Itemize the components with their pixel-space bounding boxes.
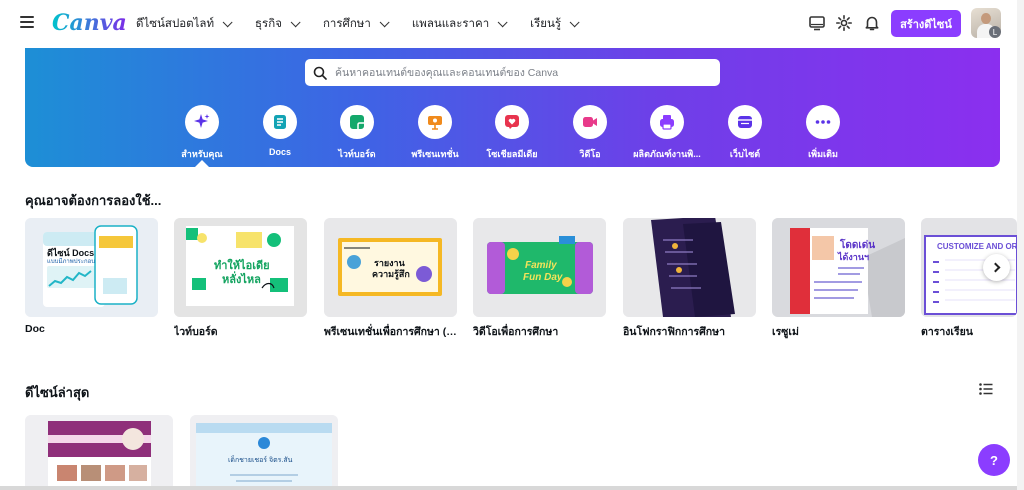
video-icon [573,105,607,139]
nav-label: เรียนรู้ [530,18,562,30]
section-title-recent: ดีไซน์ล่าสุด [25,385,90,400]
chevron-down-icon [379,16,390,27]
active-category-indicator [195,160,209,167]
avatar[interactable]: L [971,8,1001,38]
card-art-text: Family [525,260,557,271]
heart-icon [495,105,529,139]
nav-design-spotlight[interactable]: ดีไซน์สปอตไลท์ [136,15,233,33]
card-art-text: หลั่งไหล [222,274,261,286]
card-art-text: CUSTOMIZE AND ORG [937,242,1017,251]
category-social-media[interactable]: โซเชียลมีเดีย [472,105,552,161]
whiteboard-icon [340,105,374,139]
category-label: เพิ่มเติม [808,149,838,159]
template-card-doc[interactable]: ดีไซน์ Docs แบบมีภาพประกอบ [25,218,158,317]
card-art-text: ความรู้สึก [372,269,410,279]
card-label[interactable]: ไวท์บอร์ด [174,323,307,340]
scrollbar[interactable] [1017,0,1024,490]
nav-education[interactable]: การศึกษา [322,15,390,33]
doc-thumbnail [25,218,158,317]
template-card-education-video[interactable]: Family Fun Day [473,218,606,317]
category-website[interactable]: เว็บไซต์ [705,105,785,161]
more-icon [806,105,840,139]
help-button[interactable]: ? [978,444,1010,476]
resume-thumbnail [772,218,905,317]
search-icon [313,66,327,80]
canva-logo[interactable]: Canva [52,10,127,36]
main-nav: ดีไซน์สปอตไลท์ ธุรกิจ การศึกษา แพลนและรา… [136,0,602,48]
category-label: ไวท์บอร์ด [338,149,376,159]
nav-label: ธุรกิจ [255,18,282,30]
chevron-down-icon [497,16,508,27]
category-print-products[interactable]: ผลิตภัณฑ์งานพิ... [627,105,707,161]
avatar-badge: L [989,26,1001,38]
card-label[interactable]: พรีเซนเทชั่นเพื่อการศึกษา (1... [324,323,457,340]
category-video[interactable]: วิดีโอ [550,105,630,161]
section-title-try: คุณอาจต้องการลองใช้... [25,193,162,208]
recent-design-card[interactable] [25,415,173,490]
top-bar: Canva ดีไซน์สปอตไลท์ ธุรกิจ การศึกษา แพล… [0,0,1024,48]
template-card-education-infographic[interactable] [623,218,756,317]
nav-business[interactable]: ธุรกิจ [255,15,301,33]
template-card-education-presentation[interactable]: รายงาน ความรู้สึก [324,218,457,317]
recent-thumbnail [190,415,338,490]
bell-icon[interactable] [863,14,881,32]
card-label[interactable]: อินโฟกราฟิกการศึกษา [623,323,756,340]
gear-icon[interactable] [835,14,853,32]
card-label[interactable]: ตารางเรียน [921,323,1017,340]
nav-label: แพลนและราคา [411,18,490,30]
recent-design-card[interactable]: เด็กชายเชอร์ จิตร.สัน [190,415,338,490]
category-label: พรีเซนเทชั่น [411,149,459,159]
website-icon [728,105,762,139]
sparkle-icon [185,105,219,139]
template-card-resume[interactable]: โดดเด่น ได้งานฯ [772,218,905,317]
menu-icon[interactable] [20,16,34,28]
category-for-you[interactable]: สำหรับคุณ [162,105,242,161]
chevron-down-icon [290,16,301,27]
nav-label: ดีไซน์สปอตไลท์ [136,18,215,30]
recent-thumbnail [25,415,173,490]
hero-banner: ค้นหาคอนเทนต์ของคุณและคอนเทนต์ของ Canva … [25,48,1000,167]
category-label: Docs [268,147,291,157]
infographic-thumbnail [623,218,756,317]
card-label[interactable]: วิดีโอเพื่อการศึกษา [473,323,606,340]
search-input[interactable]: ค้นหาคอนเทนต์ของคุณและคอนเทนต์ของ Canva [335,64,558,81]
card-art-text: แบบมีภาพประกอบ [47,259,96,265]
chevron-down-icon [569,16,580,27]
create-design-button[interactable]: สร้างดีไซน์ [891,10,961,37]
card-label[interactable]: เรซูเม่ [772,323,905,340]
doc-icon [263,105,297,139]
carousel-next-button[interactable] [983,254,1010,281]
nav-learn[interactable]: เรียนรู้ [530,15,580,33]
avatar-head [981,13,991,24]
category-label: โซเชียลมีเดีย [486,149,538,159]
template-card-whiteboard[interactable]: ทำให้ไอเดีย หลั่งไหล [174,218,307,317]
recent-art-text: เด็กชายเชอร์ จิตร.สัน [228,457,293,464]
nav-label: การศึกษา [322,18,371,30]
presentation-icon [418,105,452,139]
card-art-text: ได้งานฯ [838,252,870,262]
print-icon [650,105,684,139]
chevron-right-icon [990,262,1000,273]
category-presentation[interactable]: พรีเซนเทชั่น [395,105,475,161]
nav-plans-pricing[interactable]: แพลนและราคา [411,15,508,33]
chevron-down-icon [222,16,233,27]
category-docs[interactable]: Docs [240,105,320,157]
card-label[interactable]: Doc [25,323,158,335]
category-label: ผลิตภัณฑ์งานพิ... [633,149,701,159]
list-view-icon[interactable] [979,383,993,395]
category-label: วิดีโอ [579,149,601,159]
category-label: สำหรับคุณ [181,149,223,159]
category-more[interactable]: เพิ่มเติม [783,105,863,161]
desktop-icon[interactable] [808,14,826,32]
category-label: เว็บไซต์ [729,149,761,159]
category-whiteboard[interactable]: ไวท์บอร์ด [317,105,397,161]
card-art-text: Fun Day [523,272,563,283]
window-bottom-edge [0,486,1017,490]
search-box[interactable]: ค้นหาคอนเทนต์ของคุณและคอนเทนต์ของ Canva [305,59,720,86]
